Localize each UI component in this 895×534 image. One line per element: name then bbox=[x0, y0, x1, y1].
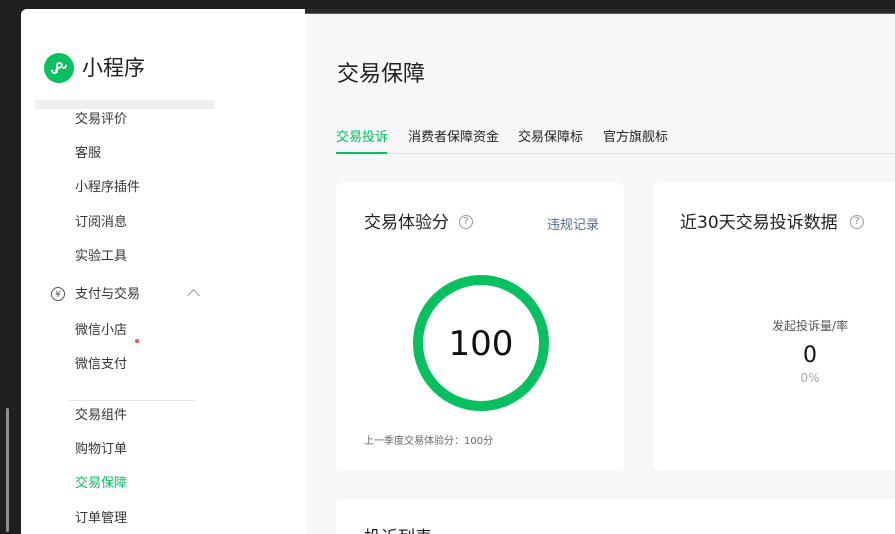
sidebar-item-wechat-store[interactable]: 微信小店 bbox=[75, 321, 127, 341]
tab-flagship-badge[interactable]: 官方旗舰标 bbox=[603, 128, 668, 148]
active-tab-indicator bbox=[336, 152, 387, 154]
yen-icon: ¥ bbox=[51, 287, 65, 301]
sidebar-item-trade-review[interactable]: 交易评价 bbox=[75, 110, 127, 130]
mini-program-logo-icon bbox=[44, 53, 74, 83]
score-footnote: 上一季度交易体验分：100分 bbox=[364, 436, 494, 447]
app-window: 小程序 交易评价 客服 小程序插件 订阅消息 实验工具 ¥ 支付与交易 微信小店… bbox=[21, 9, 895, 534]
complaint-card-title: 近30天交易投诉数据 bbox=[680, 213, 838, 233]
sidebar-section-payment[interactable]: ¥ 支付与交易 bbox=[51, 285, 205, 305]
sidebar-item-customer-service[interactable]: 客服 bbox=[75, 144, 101, 164]
help-icon[interactable]: ? bbox=[459, 215, 473, 229]
score-card-title: 交易体验分 bbox=[364, 213, 449, 233]
page-title: 交易保障 bbox=[337, 62, 426, 87]
sidebar-item-plugins[interactable]: 小程序插件 bbox=[75, 178, 140, 198]
app-brand-name: 小程序 bbox=[82, 56, 145, 80]
sidebar-item-shopping-orders[interactable]: 购物订单 bbox=[75, 440, 127, 460]
complaint-metric-value: 0 bbox=[803, 343, 817, 368]
chevron-up-icon bbox=[187, 289, 200, 302]
tab-trade-complaint[interactable]: 交易投诉 bbox=[336, 128, 388, 148]
new-badge-dot bbox=[135, 339, 139, 343]
sidebar-item-wechat-pay[interactable]: 微信支付 bbox=[75, 355, 127, 375]
sidebar-item-trade-guarantee[interactable]: 交易保障 bbox=[75, 474, 127, 494]
sidebar: 小程序 交易评价 客服 小程序插件 订阅消息 实验工具 ¥ 支付与交易 微信小店… bbox=[21, 9, 305, 534]
sidebar-scroll-band bbox=[35, 100, 215, 109]
sidebar-item-experiment[interactable]: 实验工具 bbox=[75, 247, 127, 267]
page-scrollbar-thumb[interactable] bbox=[6, 408, 9, 532]
sidebar-divider bbox=[69, 400, 196, 401]
sidebar-item-trade-component[interactable]: 交易组件 bbox=[75, 406, 127, 426]
help-icon[interactable]: ? bbox=[850, 215, 864, 229]
sidebar-item-order-management[interactable]: 订单管理 bbox=[75, 509, 127, 529]
sidebar-section-label: 支付与交易 bbox=[75, 287, 141, 302]
violation-record-link[interactable]: 违规记录 bbox=[547, 214, 599, 233]
tab-consumer-fund[interactable]: 消费者保障资金 bbox=[408, 128, 499, 148]
tabs-divider bbox=[336, 153, 895, 154]
score-value: 100 bbox=[448, 324, 514, 364]
tab-guarantee-badge[interactable]: 交易保障标 bbox=[518, 128, 583, 148]
complaint-metric-rate: 0% bbox=[800, 371, 820, 385]
complaint-metric-label: 发起投诉量/率 bbox=[771, 319, 849, 333]
sidebar-item-subscription[interactable]: 订阅消息 bbox=[75, 213, 127, 233]
complaint-list-title: 投诉列表 bbox=[364, 526, 432, 534]
